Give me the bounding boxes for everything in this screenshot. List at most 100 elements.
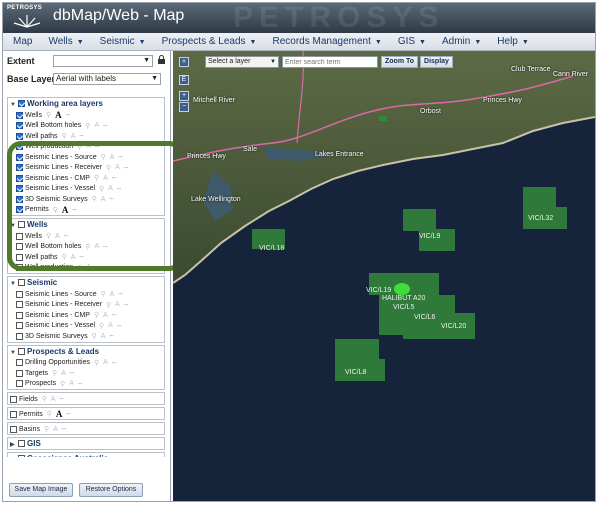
label-toggle-icon[interactable]: A	[71, 133, 76, 140]
zoom-in-button[interactable]: +	[179, 91, 189, 101]
extent-e-button[interactable]: E	[179, 75, 189, 85]
group-checkbox[interactable]	[18, 279, 25, 286]
layer-row[interactable]: Well Bottom holes ⚲ A ┅	[16, 121, 107, 131]
zoom-layer-icon[interactable]: ⚲	[62, 132, 67, 140]
layer-group-header[interactable]: ▶ Geoscience Australia	[10, 454, 108, 457]
opacity-icon[interactable]: ┅	[124, 301, 128, 309]
layer-row[interactable]: Seismic Lines - Receiver ⚲ A ┅	[16, 300, 128, 310]
opacity-icon[interactable]: ┅	[117, 322, 121, 330]
layer-checkbox[interactable]	[16, 380, 23, 387]
opacity-icon[interactable]: ┅	[118, 290, 122, 298]
zoom-layer-icon[interactable]: ⚲	[85, 122, 90, 130]
layer-row[interactable]: Seismic Lines - Vessel ⚲ A ┅	[16, 321, 121, 331]
layer-checkbox[interactable]	[16, 290, 23, 298]
label-toggle-icon[interactable]: A	[56, 409, 63, 419]
layer-row[interactable]: 3D Seismic Surveys ⚲ A ┅	[16, 331, 114, 341]
opacity-icon[interactable]: ┅	[78, 380, 82, 388]
label-toggle-icon[interactable]: A	[51, 396, 56, 403]
layer-group-header[interactable]: ▼ Seismic	[10, 278, 57, 287]
layer-row[interactable]: Wells ⚲ A ┅	[16, 110, 70, 120]
layer-checkbox[interactable]	[16, 122, 23, 129]
layer-select[interactable]: Select a layer ▼	[205, 56, 279, 68]
save-map-image-button[interactable]: Save Map Image	[9, 483, 73, 497]
opacity-icon[interactable]: ┅	[62, 425, 66, 433]
zoom-layer-icon[interactable]: ⚲	[42, 395, 47, 403]
label-toggle-icon[interactable]: A	[115, 301, 120, 308]
layer-row[interactable]: Fields ⚲ A ┅	[10, 394, 64, 404]
layer-checkbox[interactable]	[16, 369, 23, 377]
zoom-layer-icon[interactable]: ⚲	[60, 380, 65, 388]
layer-row[interactable]: Targets ⚲ A ┅	[16, 368, 74, 378]
layer-group-header[interactable]: ▶ GIS	[10, 439, 41, 448]
collapse-triangle-icon[interactable]: ▼	[10, 281, 18, 287]
zoom-layer-icon[interactable]: ⚲	[47, 410, 52, 418]
zoom-to-button[interactable]: Zoom To	[381, 56, 419, 68]
opacity-icon[interactable]: ┅	[103, 122, 107, 130]
zoom-layer-icon[interactable]: ⚲	[106, 301, 111, 309]
group-checkbox[interactable]	[18, 455, 25, 457]
layer-group-header[interactable]: ▼ Prospects & Leads	[10, 347, 99, 356]
layer-checkbox[interactable]	[16, 111, 23, 119]
layer-checkbox[interactable]	[16, 359, 23, 366]
layer-row[interactable]: Permits ⚲ A ┅	[10, 409, 71, 419]
opacity-icon[interactable]: ┅	[66, 111, 70, 119]
layer-checkbox[interactable]	[10, 395, 17, 403]
opacity-icon[interactable]: ┅	[79, 132, 83, 140]
label-toggle-icon[interactable]: A	[61, 370, 66, 377]
expand-triangle-icon[interactable]: ▶	[10, 456, 18, 457]
layer-checkbox[interactable]	[16, 332, 23, 340]
zoom-layer-icon[interactable]: ⚲	[44, 425, 49, 433]
extent-select[interactable]: ▼	[53, 55, 153, 67]
layer-group-header[interactable]: ▼ Working area layers	[10, 99, 103, 108]
label-toggle-icon[interactable]: A	[101, 333, 106, 340]
zoom-layer-icon[interactable]: ⚲	[101, 290, 106, 298]
layer-checkbox[interactable]	[10, 425, 17, 433]
map-view[interactable]: Select a layer ▼ Zoom To Display « E + −…	[173, 51, 595, 501]
opacity-icon[interactable]: ┅	[109, 332, 113, 340]
label-toggle-icon[interactable]: A	[69, 380, 74, 387]
zoom-layer-icon[interactable]: ⚲	[99, 322, 104, 330]
menu-map[interactable]: Map	[13, 36, 32, 47]
label-toggle-icon[interactable]: A	[108, 322, 113, 329]
layer-row[interactable]: Seismic Lines - Source ⚲ A ┅	[16, 289, 123, 299]
layer-row[interactable]: Well paths ⚲ A ┅	[16, 131, 84, 141]
label-toggle-icon[interactable]: A	[94, 122, 99, 129]
collapse-triangle-icon[interactable]: ▼	[10, 350, 18, 356]
layer-row[interactable]: Basins ⚲ A ┅	[10, 424, 66, 434]
layer-checkbox[interactable]	[16, 301, 23, 308]
label-toggle-icon[interactable]: A	[103, 359, 108, 366]
collapse-triangle-icon[interactable]: ▼	[10, 102, 18, 108]
collapse-panel-icon[interactable]: «	[179, 57, 189, 67]
zoom-layer-icon[interactable]: ⚲	[92, 332, 97, 340]
group-checkbox[interactable]	[18, 100, 25, 107]
opacity-icon[interactable]: ┅	[70, 369, 74, 377]
menu-help[interactable]: Help ▼	[497, 36, 529, 47]
layer-row[interactable]: Seismic Lines - CMP ⚲ A ┅	[16, 310, 116, 320]
display-button[interactable]: Display	[420, 56, 453, 68]
label-toggle-icon[interactable]: A	[103, 312, 108, 319]
menu-gis[interactable]: GIS ▼	[398, 36, 426, 47]
search-input[interactable]	[282, 56, 378, 68]
opacity-icon[interactable]: ┅	[66, 410, 70, 418]
opacity-icon[interactable]: ┅	[112, 311, 116, 319]
opacity-icon[interactable]: ┅	[112, 359, 116, 367]
layer-checkbox[interactable]	[10, 410, 17, 418]
zoom-out-button[interactable]: −	[179, 102, 189, 112]
layer-checkbox[interactable]	[16, 311, 23, 319]
zoom-layer-icon[interactable]: ⚲	[94, 311, 99, 319]
expand-triangle-icon[interactable]: ▶	[10, 441, 18, 448]
group-checkbox[interactable]	[18, 440, 25, 447]
menu-records-management[interactable]: Records Management ▼	[272, 36, 381, 47]
label-toggle-icon[interactable]: A	[55, 110, 62, 120]
opacity-icon[interactable]: ┅	[60, 395, 64, 403]
layer-row[interactable]: Drilling Opportunities ⚲ A ┅	[16, 358, 116, 368]
zoom-layer-icon[interactable]: ⚲	[94, 359, 99, 367]
lock-icon[interactable]	[157, 55, 166, 64]
layer-row[interactable]: Prospects ⚲ A ┅	[16, 379, 82, 389]
label-toggle-icon[interactable]: A	[53, 426, 58, 433]
restore-options-button[interactable]: Restore Options	[79, 483, 143, 497]
label-toggle-icon[interactable]: A	[110, 291, 115, 298]
menu-seismic[interactable]: Seismic ▼	[100, 36, 146, 47]
layer-checkbox[interactable]	[16, 322, 23, 329]
zoom-layer-icon[interactable]: ⚲	[46, 111, 51, 119]
